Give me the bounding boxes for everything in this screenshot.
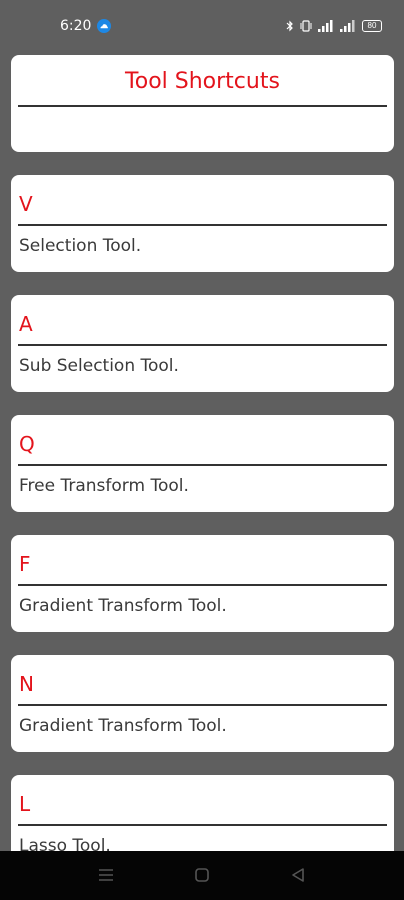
- shortcut-key: A: [19, 312, 33, 336]
- shortcut-key: F: [19, 552, 31, 576]
- divider: [18, 464, 387, 466]
- shortcut-card: A Sub Selection Tool.: [11, 295, 394, 392]
- shortcut-description: Lasso Tool.: [19, 836, 111, 852]
- battery-icon: 80: [362, 20, 382, 32]
- divider: [18, 344, 387, 346]
- signal-icon: [318, 20, 333, 32]
- vibrate-icon: [300, 20, 312, 32]
- shortcut-list[interactable]: Tool Shortcuts V Selection Tool. A Sub S…: [0, 52, 404, 852]
- shortcut-card: Q Free Transform Tool.: [11, 415, 394, 512]
- shortcut-description: Gradient Transform Tool.: [19, 716, 227, 736]
- signal-icon: [340, 20, 355, 32]
- bluetooth-icon: [286, 20, 293, 32]
- shortcut-key: V: [19, 192, 33, 216]
- shortcut-key: Q: [19, 432, 35, 456]
- back-icon[interactable]: [291, 868, 305, 882]
- divider: [18, 824, 387, 826]
- divider: [18, 224, 387, 226]
- status-bar: 6:20 80: [0, 0, 404, 52]
- shortcut-card: V Selection Tool.: [11, 175, 394, 272]
- divider: [18, 584, 387, 586]
- shortcut-card: N Gradient Transform Tool.: [11, 655, 394, 752]
- shortcut-card: F Gradient Transform Tool.: [11, 535, 394, 632]
- shortcut-description: Sub Selection Tool.: [19, 356, 179, 376]
- status-icons: 80: [286, 17, 382, 35]
- shortcut-key: N: [19, 672, 34, 696]
- shortcut-card: L Lasso Tool.: [11, 775, 394, 852]
- shortcut-key: L: [19, 792, 31, 816]
- shortcut-description: Gradient Transform Tool.: [19, 596, 227, 616]
- divider: [18, 704, 387, 706]
- divider: [18, 105, 387, 107]
- shortcut-description: Free Transform Tool.: [19, 476, 189, 496]
- header-card: Tool Shortcuts: [11, 55, 394, 152]
- status-time: 6:20: [60, 18, 92, 34]
- menu-icon[interactable]: [98, 868, 114, 882]
- cloud-icon: [97, 19, 111, 33]
- page-title: Tool Shortcuts: [125, 69, 280, 94]
- battery-level: 80: [367, 21, 377, 30]
- navigation-bar: [0, 851, 404, 900]
- shortcut-description: Selection Tool.: [19, 236, 142, 256]
- home-icon[interactable]: [195, 868, 209, 882]
